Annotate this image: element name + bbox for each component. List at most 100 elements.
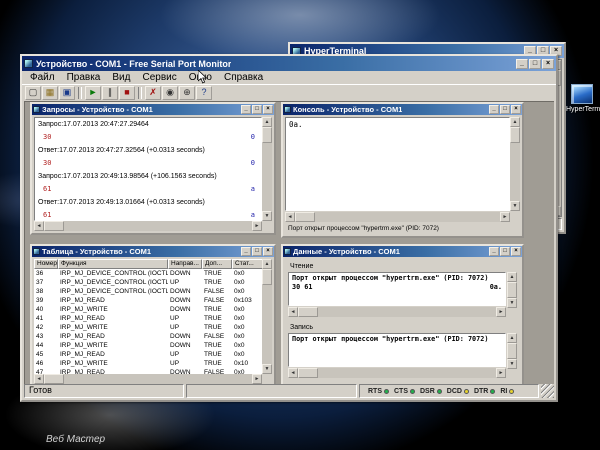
start-monitoring-icon[interactable]: ► xyxy=(85,86,101,100)
horizontal-scrollbar[interactable]: ◄► xyxy=(34,221,262,231)
vertical-scrollbar[interactable]: ▲▼ xyxy=(510,117,520,211)
scrollbar-thumb[interactable] xyxy=(298,307,318,317)
vertical-scrollbar[interactable]: ▲▼ xyxy=(262,259,272,374)
scrollbar-left-arrow[interactable]: ◄ xyxy=(34,374,44,384)
menu-item[interactable]: Справка xyxy=(218,72,269,83)
scrollbar-thumb[interactable] xyxy=(44,221,64,231)
clear-icon[interactable]: ✗ xyxy=(145,86,161,100)
scrollbar-right-arrow[interactable]: ► xyxy=(496,307,506,317)
minimize-button[interactable]: _ xyxy=(489,105,499,114)
horizontal-scrollbar[interactable]: ◄► xyxy=(288,368,506,378)
maximize-button[interactable]: □ xyxy=(500,105,510,114)
column-header[interactable]: Функция xyxy=(58,259,168,269)
column-header[interactable]: Доп... xyxy=(202,259,232,269)
save-icon[interactable]: ▣ xyxy=(59,86,75,100)
find-icon[interactable]: ◉ xyxy=(162,86,178,100)
scrollbar-track[interactable] xyxy=(315,212,500,222)
scrollbar-down-arrow[interactable]: ▼ xyxy=(507,298,517,308)
table-row[interactable]: 44IRP_MJ_WRITEDOWNTRUE0x0 xyxy=(34,341,262,350)
scrollbar-track[interactable] xyxy=(510,143,520,201)
scrollbar-thumb[interactable] xyxy=(507,282,517,298)
scrollbar-track[interactable] xyxy=(262,143,272,211)
maximize-button[interactable]: □ xyxy=(252,247,262,256)
table-row[interactable]: 45IRP_MJ_READUPTRUE0x0 xyxy=(34,350,262,359)
resize-grip[interactable] xyxy=(541,384,554,398)
scrollbar-thumb[interactable] xyxy=(510,127,520,143)
scrollbar-thumb[interactable] xyxy=(262,269,272,285)
table-titlebar[interactable]: Таблица - Устройство - COM1 _□× xyxy=(32,246,274,257)
scrollbar-left-arrow[interactable]: ◄ xyxy=(34,221,44,231)
scrollbar-up-arrow[interactable]: ▲ xyxy=(507,333,517,343)
scrollbar-track[interactable] xyxy=(318,307,496,317)
table-row[interactable]: 38IRP_MJ_DEVICE_CONTROL (IOCTL_DOWNFALSE… xyxy=(34,287,262,296)
table-row[interactable]: 39IRP_MJ_READDOWNFALSE0x103 xyxy=(34,296,262,305)
column-header[interactable]: Номер xyxy=(34,259,58,269)
requests-titlebar[interactable]: Запросы - Устройство - COM1 _□× xyxy=(32,104,274,115)
vertical-scrollbar[interactable]: ▲▼ xyxy=(507,333,517,367)
close-button[interactable]: × xyxy=(511,105,521,114)
close-button[interactable]: × xyxy=(263,247,273,256)
vertical-scrollbar[interactable]: ▲▼ xyxy=(262,117,272,221)
desktop-icon-hyperterminal[interactable]: HyperTerminal xyxy=(566,84,598,114)
column-header[interactable]: Стат... xyxy=(232,259,262,269)
new-session-icon[interactable]: ▢ xyxy=(25,86,41,100)
stop-monitoring-icon[interactable]: ■ xyxy=(119,86,135,100)
scrollbar-up-arrow[interactable]: ▲ xyxy=(507,272,517,282)
console-window[interactable]: Консоль - Устройство - COM1 _□× 0a. ▲▼ ◄… xyxy=(281,102,524,238)
scrollbar-down-arrow[interactable]: ▼ xyxy=(510,201,520,211)
horizontal-scrollbar[interactable]: ◄► xyxy=(285,212,510,222)
maximize-button[interactable]: □ xyxy=(500,247,510,256)
scrollbar-thumb[interactable] xyxy=(262,127,272,143)
menu-item[interactable]: Файл xyxy=(24,72,61,83)
scrollbar-left-arrow[interactable]: ◄ xyxy=(288,307,298,317)
scrollbar-right-arrow[interactable]: ► xyxy=(496,368,506,378)
minimize-button[interactable]: _ xyxy=(516,59,528,69)
horizontal-scrollbar[interactable]: ◄► xyxy=(288,307,506,317)
table-window[interactable]: Таблица - Устройство - COM1 _□× НомерФун… xyxy=(30,244,276,384)
table-row[interactable]: 37IRP_MJ_DEVICE_CONTROL (IOCTL_UPTRUE0x0 xyxy=(34,278,262,287)
menu-item[interactable]: Правка xyxy=(61,72,107,83)
scrollbar-right-arrow[interactable]: ► xyxy=(252,374,262,384)
table-row[interactable]: 40IRP_MJ_WRITEDOWNTRUE0x0 xyxy=(34,305,262,314)
vertical-scrollbar[interactable]: ▲▼ xyxy=(507,272,517,306)
requests-window[interactable]: Запросы - Устройство - COM1 _□× Запрос:1… xyxy=(30,102,276,235)
minimize-button[interactable]: _ xyxy=(241,105,251,114)
data-titlebar[interactable]: Данные - Устройство - COM1 _□× xyxy=(283,246,522,257)
close-button[interactable]: × xyxy=(263,105,273,114)
minimize-button[interactable]: _ xyxy=(241,247,251,256)
help-hint-icon[interactable]: ? xyxy=(196,86,212,100)
table-row[interactable]: 42IRP_MJ_WRITEUPTRUE0x0 xyxy=(34,323,262,332)
scrollbar-thumb[interactable] xyxy=(507,343,517,359)
scrollbar-thumb[interactable] xyxy=(295,212,315,222)
serial-monitor-window[interactable]: Устройство - COM1 - Free Serial Port Mon… xyxy=(20,54,558,402)
scrollbar-down-arrow[interactable]: ▼ xyxy=(262,364,272,374)
scrollbar-thumb[interactable] xyxy=(44,374,64,384)
zoom-icon[interactable]: ⊕ xyxy=(179,86,195,100)
menu-item[interactable]: Вид xyxy=(106,72,136,83)
scrollbar-track[interactable] xyxy=(262,285,272,364)
scrollbar-thumb[interactable] xyxy=(298,368,318,378)
scrollbar-down-arrow[interactable]: ▼ xyxy=(507,359,517,369)
maximize-button[interactable]: □ xyxy=(529,59,541,69)
open-icon[interactable]: ▦ xyxy=(42,86,58,100)
scrollbar-right-arrow[interactable]: ► xyxy=(500,212,510,222)
scrollbar-track[interactable] xyxy=(318,368,496,378)
close-button[interactable]: × xyxy=(542,59,554,69)
scrollbar-up-arrow[interactable]: ▲ xyxy=(262,259,272,269)
data-window[interactable]: Данные - Устройство - COM1 _□× Чтение По… xyxy=(281,244,524,384)
column-header[interactable]: Направ... xyxy=(168,259,202,269)
scrollbar-up-arrow[interactable]: ▲ xyxy=(510,117,520,127)
scrollbar-right-arrow[interactable]: ► xyxy=(252,221,262,231)
scrollbar-down-arrow[interactable]: ▼ xyxy=(262,211,272,221)
menu-item[interactable]: Сервис xyxy=(136,72,182,83)
scrollbar-track[interactable] xyxy=(64,374,252,384)
table-row[interactable]: 41IRP_MJ_READUPTRUE0x0 xyxy=(34,314,262,323)
console-titlebar[interactable]: Консоль - Устройство - COM1 _□× xyxy=(283,104,522,115)
scrollbar-left-arrow[interactable]: ◄ xyxy=(285,212,295,222)
scrollbar-track[interactable] xyxy=(64,221,252,231)
scrollbar-up-arrow[interactable]: ▲ xyxy=(262,117,272,127)
minimize-button[interactable]: _ xyxy=(489,247,499,256)
table-row[interactable]: 43IRP_MJ_READDOWNFALSE0x0 xyxy=(34,332,262,341)
main-titlebar[interactable]: Устройство - COM1 - Free Serial Port Mon… xyxy=(22,56,556,71)
horizontal-scrollbar[interactable]: ◄► xyxy=(34,374,262,384)
